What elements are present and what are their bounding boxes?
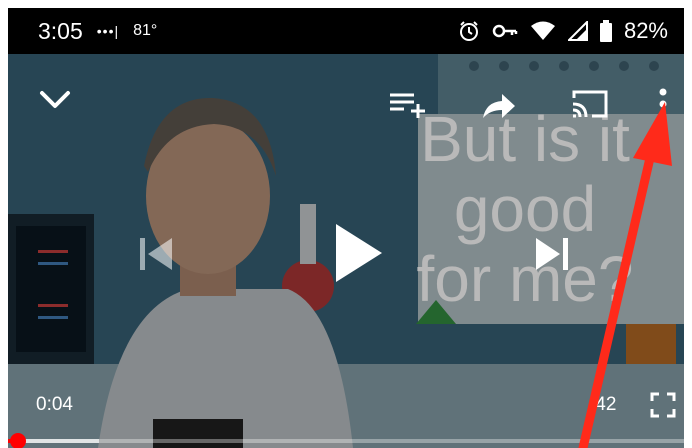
next-icon[interactable] (534, 236, 570, 272)
alarm-icon (458, 20, 480, 42)
wifi-icon (530, 21, 556, 41)
phone-screen: 3:05 •••| 81° 82% But is it good for me?… (8, 8, 684, 448)
scrubber-thumb[interactable] (10, 433, 27, 448)
previous-icon[interactable] (138, 236, 174, 272)
more-options-icon[interactable] (658, 88, 668, 122)
share-icon[interactable] (482, 92, 516, 120)
add-to-queue-icon[interactable] (390, 92, 428, 120)
current-time: 0:04 (36, 394, 73, 415)
cell-signal-icon (567, 21, 588, 41)
cast-icon[interactable] (570, 88, 610, 120)
play-icon[interactable] (332, 222, 384, 284)
vpn-key-icon (492, 23, 518, 39)
caption-line: for me? (416, 243, 634, 315)
total-time: :42 (590, 394, 617, 415)
signal-dots: •••| (96, 23, 120, 39)
fullscreen-icon[interactable] (650, 392, 676, 418)
status-time: 3:05 (38, 17, 83, 44)
video-player[interactable]: But is it good for me? 0:04 :42 (8, 54, 684, 448)
caption-line: good (453, 173, 597, 245)
status-bar: 3:05 •••| 81° 82% (8, 8, 684, 54)
battery-icon (599, 20, 612, 42)
minimize-chevron-icon[interactable] (38, 88, 72, 112)
temperature: 81° (133, 22, 158, 39)
battery-percent: 82% (623, 18, 668, 43)
progress-bar[interactable] (8, 433, 684, 448)
video-caption: But is it good for me? (380, 104, 670, 314)
status-right: 82% (458, 18, 668, 44)
status-left: 3:05 •••| 81° (38, 18, 157, 45)
